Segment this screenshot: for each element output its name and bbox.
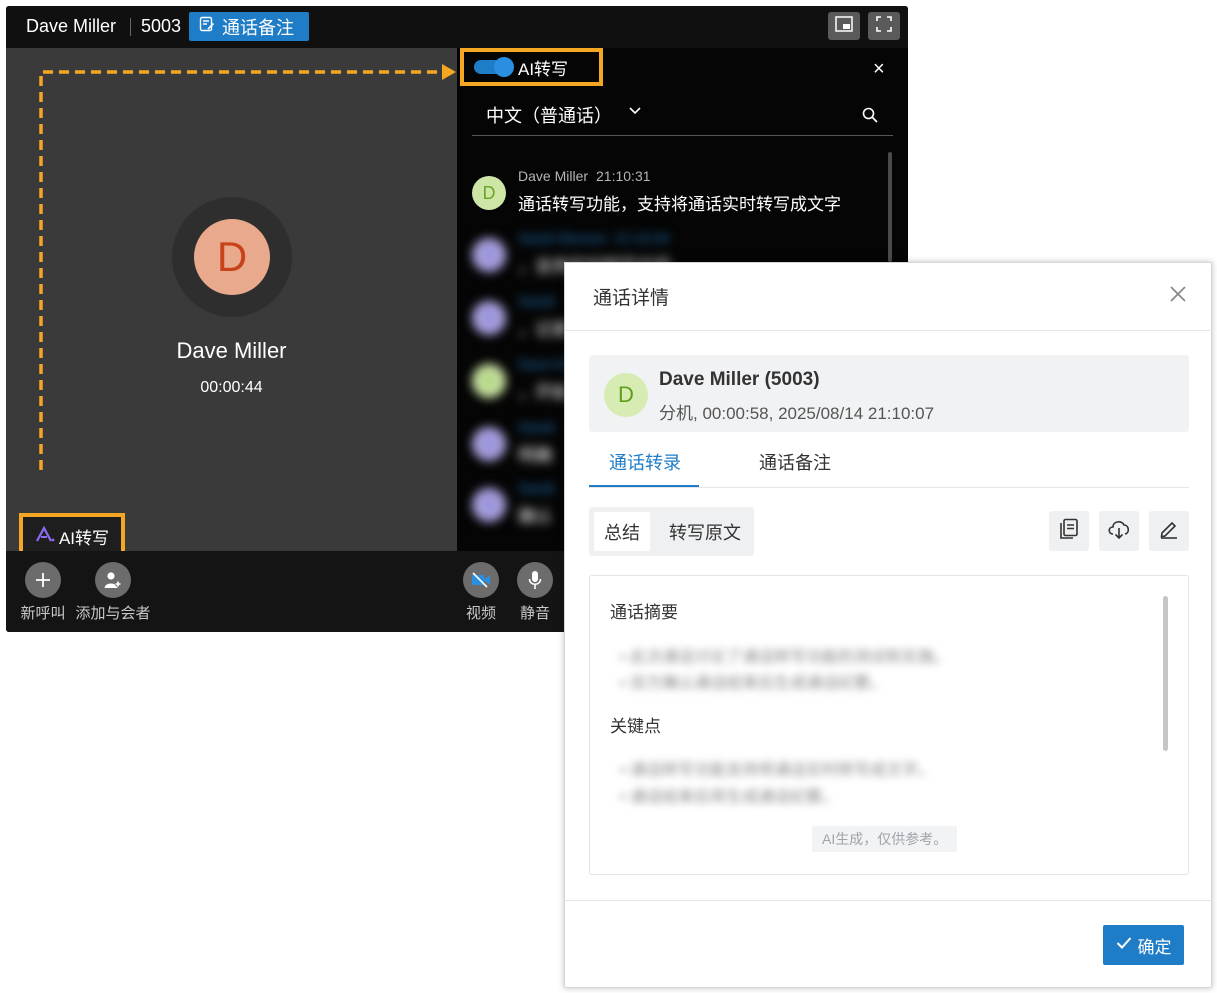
- dialog-title: 通话详情: [593, 288, 670, 309]
- message-speaker: Dave Miller: [518, 168, 589, 184]
- message-speaker: Sarah Benson: [518, 230, 607, 246]
- message-text: 确认: [518, 507, 552, 526]
- close-icon[interactable]: ×: [873, 58, 885, 81]
- message-speaker: Sarah: [518, 419, 556, 435]
- title-caller-name: Dave Miller: [26, 16, 117, 36]
- avatar: S: [472, 301, 506, 335]
- call-note-label: 通话备注: [222, 17, 294, 38]
- ai-disclaimer: AI生成，仅供参考。: [812, 826, 958, 852]
- avatar: D: [472, 364, 506, 398]
- avatar: S: [472, 488, 506, 522]
- language-select[interactable]: 中文（普通话）: [472, 96, 893, 136]
- dialog-tabs: 通话转录 通话备注: [589, 443, 1189, 488]
- ai-transcribe-toggle[interactable]: [474, 57, 514, 77]
- summary-scrollbar[interactable]: [1163, 596, 1168, 751]
- ai-transcribe-toggle-label: AI转写: [518, 59, 569, 79]
- segment-summary[interactable]: 总结: [594, 512, 650, 551]
- search-icon[interactable]: [861, 106, 879, 129]
- language-value: 中文（普通话）: [486, 106, 612, 126]
- new-call-label: 新呼叫: [20, 605, 66, 622]
- call-timer: 00:00:44: [200, 379, 263, 396]
- contact-name: Dave Miller (5003): [659, 369, 820, 390]
- ai-transcribe-toggle-row[interactable]: AI转写: [460, 48, 603, 86]
- message-text: ，记录: [518, 320, 569, 339]
- message-time: 21:10:31: [596, 168, 651, 184]
- message-meta: Sarah: [518, 419, 563, 435]
- tab-call-transcript[interactable]: 通话转录: [609, 449, 681, 475]
- message-speaker: Sarah: [518, 293, 556, 309]
- transcript-scrollbar[interactable]: [888, 152, 892, 262]
- caller-avatar: D: [194, 219, 270, 295]
- title-divider: [130, 18, 131, 36]
- message-meta: Sarah Benson 21:10:34: [518, 230, 669, 246]
- caller-name: Dave Miller: [176, 338, 287, 363]
- ai-logo-icon: [35, 525, 55, 547]
- contact-call-details: 分机, 00:00:58, 2025/08/14 21:10:07: [659, 404, 935, 423]
- message-meta: Sarah: [518, 480, 563, 496]
- picture-in-picture-icon: [835, 15, 853, 37]
- key-point-bullet: • 通话转写功能支持将通话实时转写成文字。: [620, 762, 935, 779]
- message-text: ，开始: [518, 383, 569, 402]
- summary-content: 通话摘要 • 此次通话讨论了通话转写功能的测试和实施。 • 双方确认通话结束后生…: [589, 575, 1189, 875]
- segment-original-transcript[interactable]: 转写原文: [659, 512, 751, 551]
- download-button[interactable]: [1099, 511, 1139, 551]
- dialog-footer-divider: [565, 900, 1213, 901]
- add-participant-control[interactable]: 添加与会者: [68, 551, 158, 623]
- pip-button[interactable]: [828, 12, 860, 40]
- close-icon[interactable]: [1169, 285, 1187, 308]
- confirm-button[interactable]: 确定: [1103, 925, 1184, 965]
- call-titlebar: Dave Miller 5003 通话备注: [6, 6, 908, 48]
- caller-video-area: D Dave Miller 00:00:44 AI转写: [6, 48, 457, 559]
- screenshot-stage: Dave Miller 5003 通话备注 D Dave Miller 00:0…: [0, 0, 1217, 993]
- dialog-header-divider: [565, 330, 1213, 331]
- summary-bullet: • 此次通话讨论了通话转写功能的测试和实施。: [620, 649, 951, 666]
- confirm-label: 确定: [1137, 937, 1172, 957]
- key-points-heading: 关键点: [610, 717, 661, 736]
- edit-note-icon: [199, 16, 215, 37]
- microphone-icon: [517, 562, 553, 598]
- add-person-icon: [95, 562, 131, 598]
- avatar: S: [472, 238, 506, 272]
- contact-card: D Dave Miller (5003) 分机, 00:00:58, 2025/…: [589, 355, 1189, 432]
- check-icon: [1116, 935, 1132, 955]
- avatar: D: [604, 373, 648, 417]
- key-point-bullet: • 通话结束后将生成通话纪要。: [620, 789, 839, 806]
- tab-call-notes[interactable]: 通话备注: [759, 449, 831, 475]
- add-participant-label: 添加与会者: [75, 605, 151, 622]
- summary-bullet: • 双方确认通话结束后生成通话纪要。: [620, 675, 887, 692]
- call-note-button[interactable]: 通话备注: [189, 12, 309, 41]
- active-tab-indicator: [589, 485, 699, 487]
- avatar: D: [472, 176, 506, 210]
- message-text: 通话转写功能，支持将通话实时转写成文字: [518, 195, 841, 214]
- summary-heading: 通话摘要: [610, 603, 678, 622]
- ai-transcribe-label: AI转写: [58, 528, 110, 548]
- message-speaker: Dave M: [518, 356, 567, 372]
- cloud-download-icon: [1107, 519, 1131, 544]
- edit-button[interactable]: [1149, 511, 1189, 551]
- message-meta: Dave Miller 21:10:31: [518, 168, 651, 184]
- toggle-knob: [494, 57, 514, 77]
- message-text: 明确: [518, 446, 552, 465]
- mute-label: 静音: [519, 605, 550, 622]
- message-time: 21:10:34: [614, 230, 670, 246]
- pencil-icon: [1159, 519, 1179, 544]
- chevron-down-icon[interactable]: [628, 104, 642, 123]
- title-extension: 5003: [141, 16, 182, 36]
- fullscreen-button[interactable]: [868, 12, 900, 40]
- summary-view-switch: 总结 转写原文: [589, 507, 754, 556]
- call-details-dialog: 通话详情 D Dave Miller (5003) 分机, 00:00:58, …: [564, 262, 1213, 988]
- copy-button[interactable]: [1049, 511, 1089, 551]
- message-meta: Sarah: [518, 293, 563, 309]
- plus-icon: [25, 562, 61, 598]
- copy-icon: [1059, 518, 1079, 545]
- fullscreen-icon: [876, 15, 892, 37]
- avatar: S: [472, 427, 506, 461]
- message-speaker: Sarah: [518, 480, 556, 496]
